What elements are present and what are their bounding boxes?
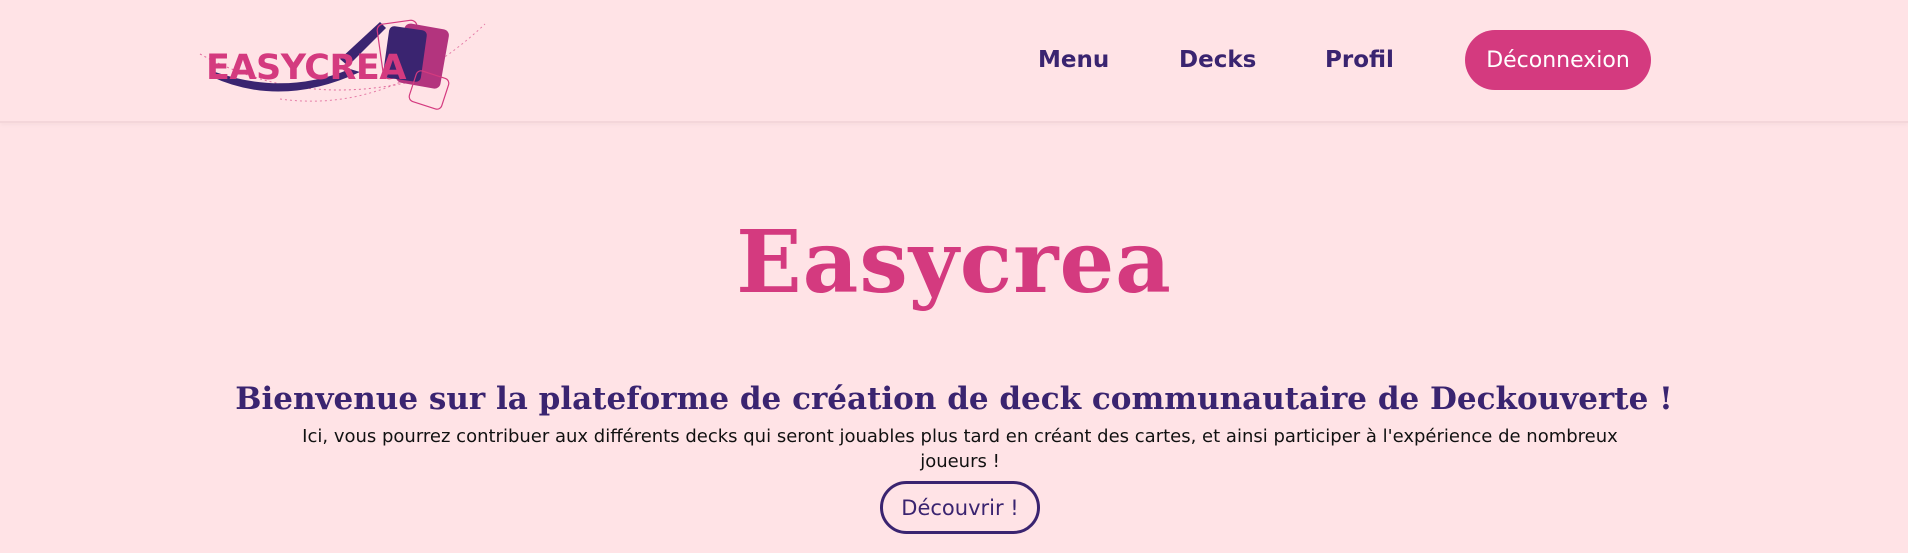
easycrea-logo[interactable]: EASYCREA [190, 14, 490, 114]
nav-link-menu[interactable]: Menu [1038, 47, 1109, 73]
logo-text: EASYCREA [206, 48, 406, 88]
hero-title: Easycrea [736, 212, 1172, 313]
navbar: EASYCREA Menu Decks Profil Déconnexion [0, 0, 1908, 123]
hero-description: Ici, vous pourrez contribuer aux différe… [302, 426, 1618, 472]
logout-button[interactable]: Déconnexion [1465, 30, 1651, 90]
discover-button[interactable]: Découvrir ! [880, 481, 1040, 534]
logo-graphic: EASYCREA [199, 19, 486, 110]
hero-subtitle: Bienvenue sur la plateforme de création … [235, 381, 1673, 417]
nav-link-decks[interactable]: Decks [1179, 47, 1256, 73]
nav-link-profil[interactable]: Profil [1325, 47, 1394, 73]
